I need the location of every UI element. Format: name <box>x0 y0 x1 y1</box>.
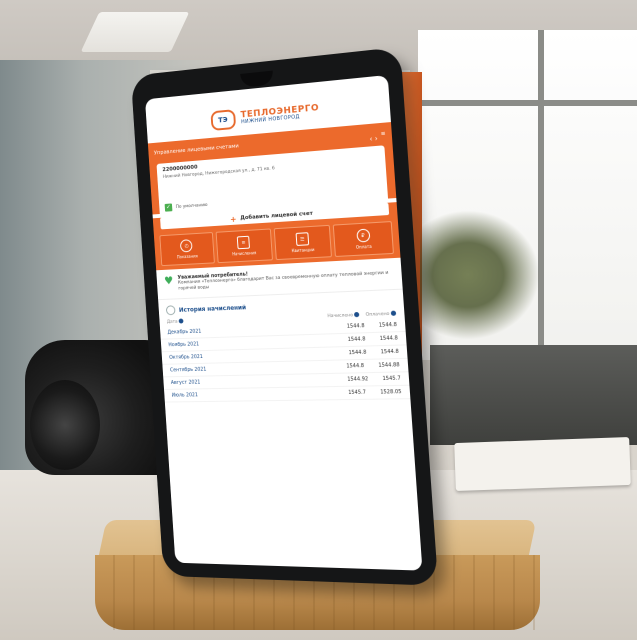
papers <box>454 436 631 492</box>
account-header-title: Управление лицевыми счетами <box>153 143 239 157</box>
receipt-icon: ☰ <box>295 232 310 246</box>
cabinet <box>430 345 637 445</box>
row-charged: 1544.8 <box>348 349 367 357</box>
history-icon <box>165 305 176 316</box>
ceiling-light <box>80 12 190 52</box>
row-month: Декабрь 2021 <box>167 329 202 336</box>
front-camera-notch <box>240 70 274 88</box>
row-month: Сентябрь 2021 <box>169 367 207 374</box>
info-icon[interactable] <box>178 318 184 324</box>
row-charged: 1545.7 <box>348 389 367 397</box>
payment-icon: ₽ <box>355 228 371 243</box>
row-charged: 1544.8 <box>346 323 365 331</box>
menu-icon[interactable]: ≡ <box>381 131 386 138</box>
default-label: По умолчанию <box>175 202 208 210</box>
tile-label: Начисления <box>232 250 257 257</box>
plus-icon: + <box>229 214 237 224</box>
add-account-label: Добавить лицевой счет <box>240 210 313 222</box>
camera-lens <box>30 380 100 470</box>
account-switch-arrows-icon[interactable]: ‹ › <box>369 135 378 144</box>
tile-label: Квитанции <box>291 246 315 254</box>
row-paid: 1544.8 <box>379 335 399 343</box>
history-list: Декабрь 2021 1544.8 1544.8 Ноябрь 2021 15… <box>159 318 411 403</box>
row-paid: 1544.8 <box>378 322 398 330</box>
tile-readings[interactable]: ◴ Показания <box>159 232 215 267</box>
logo-mark-icon: ТЭ <box>210 109 236 131</box>
history-title: История начислений <box>178 304 247 314</box>
tile-payment[interactable]: ₽ Оплата <box>332 221 394 257</box>
plant <box>420 210 540 340</box>
heart-icon: ♥ <box>163 274 174 288</box>
col-paid[interactable]: Оплачено <box>366 312 390 318</box>
tile-label: Оплата <box>355 243 372 250</box>
tile-label: Показания <box>176 253 198 260</box>
info-icon[interactable] <box>390 310 397 317</box>
row-paid: 1528.05 <box>380 389 402 396</box>
col-charged[interactable]: Начислено <box>327 314 353 320</box>
row-charged: 1544.8 <box>346 363 365 370</box>
row-paid: 1545.7 <box>382 375 401 383</box>
default-checkbox[interactable]: ✓ <box>164 203 173 212</box>
row-charged: 1544.8 <box>347 336 366 344</box>
row-charged: 1544.92 <box>347 376 369 384</box>
row-paid: 1544.88 <box>378 362 400 370</box>
phone-screen: ТЭ ТЕПЛОЭНЕРГО НИЖНИЙ НОВГОРОД Управлени… <box>144 74 423 571</box>
row-month: Ноябрь 2021 <box>168 341 200 349</box>
document-icon: ≡ <box>236 235 251 250</box>
tile-receipts[interactable]: ☰ Квитанции <box>273 224 333 261</box>
smartphone: ТЭ ТЕПЛОЭНЕРГО НИЖНИЙ НОВГОРОД Управлени… <box>130 46 439 586</box>
col-date[interactable]: Дата <box>167 320 178 325</box>
tile-charges[interactable]: ≡ Начисления <box>215 228 273 264</box>
row-month: Август 2021 <box>170 379 201 387</box>
row-paid: 1544.8 <box>380 349 400 356</box>
row-month: Июль 2021 <box>171 392 199 399</box>
info-icon[interactable] <box>354 312 360 318</box>
meter-icon: ◴ <box>180 239 193 253</box>
row-month: Октябрь 2021 <box>169 354 204 362</box>
